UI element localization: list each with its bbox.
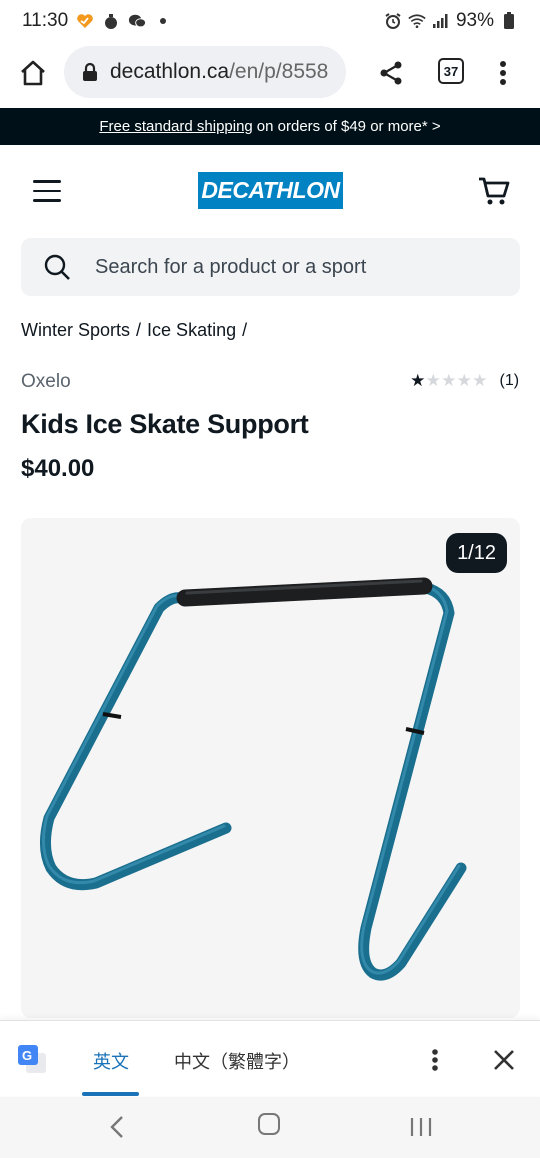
breadcrumb-separator: / [242, 320, 248, 340]
address-bar[interactable]: decathlon.ca/en/p/8558 [64, 46, 346, 98]
product-rating[interactable]: ★ ★ ★ ★ ★ (1) [410, 372, 519, 390]
product-image [40, 577, 467, 981]
rating-count: (1) [499, 372, 520, 389]
signal-icon [432, 12, 450, 30]
back-icon[interactable] [104, 1113, 132, 1141]
menu-button[interactable] [33, 180, 61, 202]
alarm-clock-icon [384, 12, 402, 30]
cart-icon [479, 177, 510, 205]
home-icon [21, 60, 45, 86]
url-domain: decathlon.ca [110, 60, 230, 83]
promo-link[interactable]: Free standard shipping [99, 118, 252, 135]
cart-button[interactable] [477, 174, 511, 208]
more-vert-icon [432, 1049, 438, 1071]
product-title: Kids Ice Skate Support [21, 409, 309, 439]
share-icon [380, 61, 402, 85]
home-button[interactable] [14, 54, 52, 92]
breadcrumb-separator: / [136, 320, 142, 340]
decathlon-logo[interactable]: DECATHLON [198, 172, 343, 209]
close-icon[interactable] [490, 1046, 518, 1074]
translate-options-button[interactable] [424, 1045, 446, 1075]
star-empty-icon: ★ [456, 371, 472, 390]
status-bar: 11:30 93% [0, 0, 540, 42]
search-icon [44, 254, 70, 280]
breadcrumb: Winter Sports / Ice Skating / [21, 320, 247, 341]
source-language-tab[interactable]: 英文 [93, 1048, 129, 1074]
search-input[interactable] [95, 238, 495, 296]
browser-toolbar: decathlon.ca/en/p/8558 37 [0, 42, 540, 108]
hamburger-icon-line [33, 180, 61, 183]
promo-banner[interactable]: Free standard shipping on orders of $49 … [0, 108, 540, 145]
google-translate-icon: G [18, 1045, 46, 1073]
browser-menu-button[interactable] [490, 54, 516, 92]
wifi-icon [408, 12, 426, 30]
status-time: 11:30 [22, 10, 69, 31]
product-image-gallery[interactable]: 1/12 [21, 518, 520, 1018]
star-empty-icon: ★ [425, 371, 441, 390]
dot-icon [154, 12, 172, 30]
search-bar[interactable] [21, 238, 520, 296]
url-text: decathlon.ca/en/p/8558 [110, 60, 328, 84]
more-vert-icon [500, 61, 506, 85]
star-filled-icon: ★ [410, 371, 426, 390]
rating-stars: ★ ★ ★ ★ ★ [410, 372, 488, 390]
site-header: DECATHLON [0, 145, 540, 237]
wechat-icon [128, 12, 147, 30]
breadcrumb-ice-skating[interactable]: Ice Skating [147, 320, 236, 341]
tab-switcher-button[interactable]: 37 [438, 58, 464, 84]
product-price: $40.00 [21, 455, 95, 482]
hamburger-icon-line [33, 189, 61, 193]
battery-percent: 93% [455, 10, 494, 31]
promo-text: on orders of $49 or more* > [256, 118, 441, 135]
system-nav-bar [0, 1097, 540, 1158]
recent-apps-icon[interactable] [408, 1114, 434, 1140]
star-empty-icon: ★ [472, 371, 488, 390]
share-button[interactable] [372, 54, 410, 92]
lock-icon [83, 62, 97, 81]
hamburger-icon-line [33, 199, 61, 202]
star-empty-icon: ★ [441, 371, 457, 390]
svg-text:G: G [22, 1048, 32, 1063]
translate-bar: G 英文 中文（繁體字） [0, 1020, 540, 1096]
heart-notification-icon [76, 12, 94, 30]
image-counter: 1/12 [446, 533, 507, 573]
alarm-notification-icon [102, 12, 120, 30]
url-path: /en/p/8558 [229, 60, 329, 83]
product-brand[interactable]: Oxelo [21, 371, 71, 393]
breadcrumb-winter-sports[interactable]: Winter Sports [21, 320, 130, 341]
active-tab-indicator [82, 1092, 139, 1096]
home-nav-icon[interactable] [258, 1113, 280, 1135]
target-language-tab[interactable]: 中文（繁體字） [174, 1048, 300, 1074]
battery-icon [500, 12, 518, 30]
